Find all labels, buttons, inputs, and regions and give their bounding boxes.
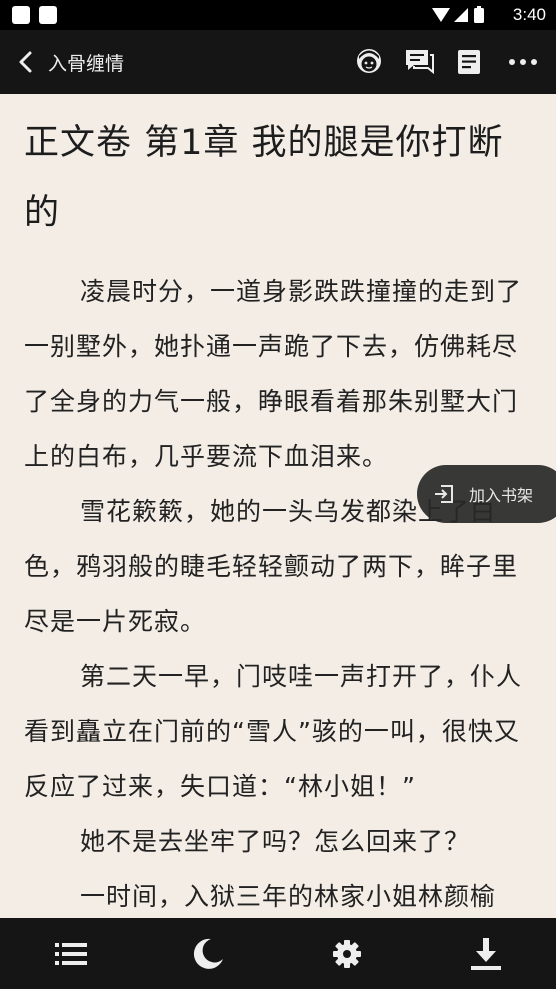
reader-bottom-bar	[0, 918, 556, 989]
status-icons	[432, 6, 484, 23]
add-to-shelf-label: 加入书架	[469, 486, 534, 505]
night-mode-moon-icon[interactable]	[189, 935, 227, 973]
paragraph: 第二天一早，门吱哇一声打开了，仆人看到矗立在门前的“雪人”骇的一叫，很快又反应了…	[24, 662, 523, 801]
chapter-list-icon[interactable]	[52, 935, 90, 973]
clock: 3:40	[512, 5, 546, 24]
more-options-icon[interactable]	[506, 45, 540, 79]
narrator-voice-icon[interactable]	[352, 45, 386, 79]
paragraph: 她不是去坐牢了吗？怎么回来了？	[80, 827, 471, 856]
signal-icon	[454, 8, 468, 22]
chapter-title: 正文卷 第1章 我的腿是你打断的	[24, 123, 504, 233]
wifi-icon	[432, 8, 450, 22]
status-bar: 3:40	[0, 0, 556, 30]
app-notification-icon	[12, 6, 30, 24]
app-notification-icon	[39, 6, 57, 24]
add-to-shelf-icon	[435, 485, 453, 503]
settings-gear-icon[interactable]	[328, 935, 366, 973]
battery-icon	[474, 8, 484, 23]
add-to-shelf-button[interactable]: 加入书架	[417, 465, 556, 523]
comments-icon[interactable]	[402, 45, 436, 79]
back-arrow-icon[interactable]	[12, 48, 40, 76]
paragraph: 凌晨时分，一道身影跌跌撞撞的走到了一别墅外，她扑通一声跪了下去，仿佛耗尽了全身的…	[24, 277, 523, 471]
table-of-contents-icon[interactable]	[452, 45, 486, 79]
book-title: 入骨缠情	[48, 53, 125, 75]
paragraph: 一时间，入狱三年的林家小姐林颜榆	[80, 882, 497, 911]
download-icon[interactable]	[467, 935, 505, 973]
reader-top-bar: 入骨缠情	[0, 30, 556, 94]
